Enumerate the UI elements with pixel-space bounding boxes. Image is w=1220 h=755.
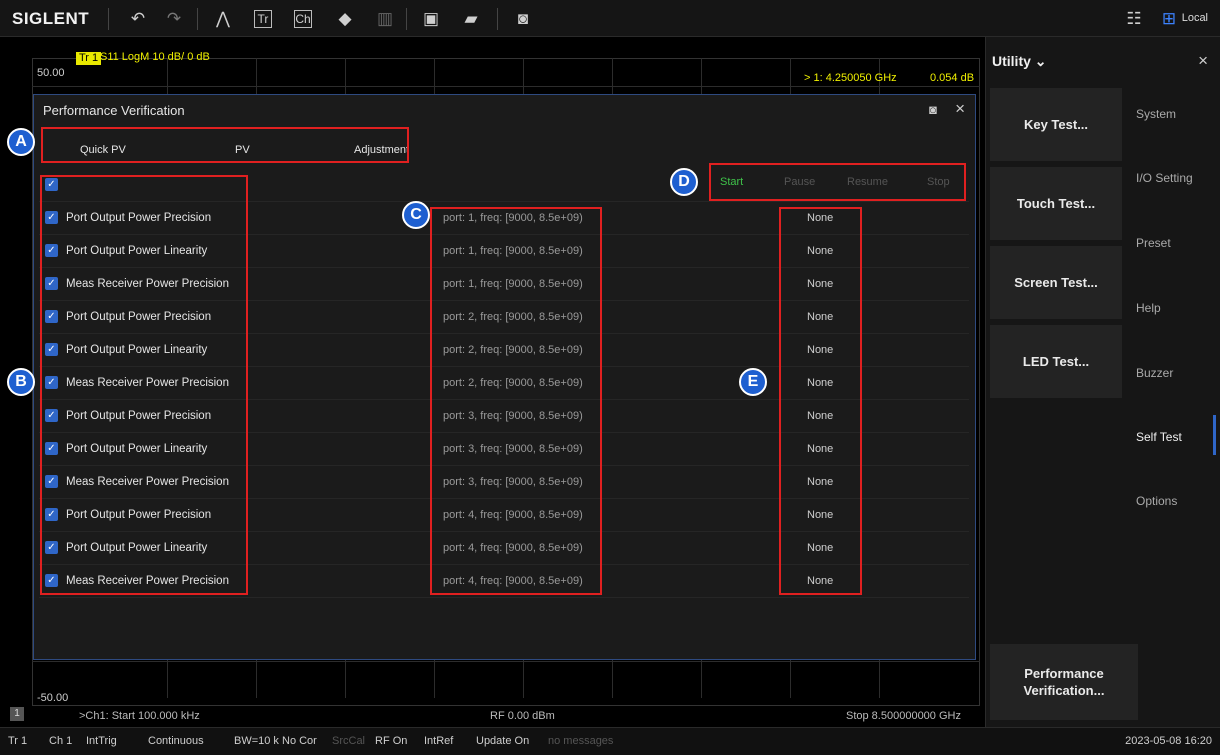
toolbar-divider	[197, 8, 198, 30]
annotation-box-d	[709, 163, 966, 201]
marker-readout: > 1: 4.250050 GHz	[804, 72, 897, 84]
annotation-box-e	[779, 207, 862, 595]
close-icon[interactable]: ×	[1198, 51, 1208, 71]
side-item-buzzer[interactable]: Buzzer	[1136, 366, 1216, 380]
delete-icon[interactable]: ▥	[374, 8, 396, 30]
key-test-button[interactable]: Key Test...	[990, 88, 1122, 161]
status-channel[interactable]: Ch 1	[49, 735, 72, 747]
side-item-io-setting[interactable]: I/O Setting	[1136, 171, 1216, 185]
status-trigger-mode[interactable]: Continuous	[148, 735, 204, 747]
annotation-box-a	[41, 127, 409, 163]
grid-line	[32, 661, 980, 662]
redo-icon[interactable]: ↷	[163, 8, 185, 30]
side-item-system[interactable]: System	[1136, 107, 1216, 121]
trace-tag[interactable]: Tr 1	[76, 52, 102, 65]
trace-info[interactable]: S11 LogM 10 dB/ 0 dB	[100, 51, 210, 63]
toolbar-divider	[497, 8, 498, 30]
status-bar: Tr 1 Ch 1 IntTrig Continuous BW=10 k No …	[0, 727, 1220, 755]
open-icon[interactable]: ▰	[460, 8, 482, 30]
status-messages: no messages	[548, 735, 614, 747]
top-toolbar: SIGLENT ↶ ↷ ⋀ Tr Ch ◆ ▥ ▣ ▰ ◙ ☷ ⊞ Local	[0, 0, 1220, 37]
undo-icon[interactable]: ↶	[127, 8, 149, 30]
dialog-title: Performance Verification	[43, 103, 185, 118]
annotation-badge-d: D	[670, 168, 698, 196]
led-test-button[interactable]: LED Test...	[990, 325, 1122, 398]
utility-panel: Utility ⌄ × Key Test... Touch Test... Sc…	[985, 37, 1220, 727]
network-icon: ⊞	[1161, 9, 1177, 28]
channel-number[interactable]: 1	[10, 707, 24, 721]
utility-menu-title[interactable]: Utility ⌄	[992, 53, 1047, 70]
camera-icon[interactable]: ◙	[929, 102, 937, 117]
status-update[interactable]: Update On	[476, 735, 529, 747]
trace-add-icon[interactable]: Tr	[254, 10, 272, 28]
annotation-box-b	[40, 175, 248, 595]
layout-icon[interactable]: ☷	[1123, 8, 1145, 30]
annotation-box-c	[430, 207, 602, 595]
selected-indicator	[1213, 415, 1216, 455]
status-reference[interactable]: IntRef	[424, 735, 453, 747]
channel-add-icon[interactable]: Ch	[294, 10, 312, 28]
side-item-help[interactable]: Help	[1136, 301, 1216, 315]
status-rf[interactable]: RF On	[375, 735, 407, 747]
start-frequency[interactable]: >Ch1: Start 100.000 kHz	[79, 710, 200, 722]
status-trigger-source[interactable]: IntTrig	[86, 735, 117, 747]
trace-add-icon[interactable]: ⋀	[212, 8, 234, 30]
y-axis-bottom-label: -50.00	[37, 692, 69, 704]
close-icon[interactable]: ×	[955, 99, 965, 119]
annotation-badge-c: C	[402, 201, 430, 229]
stop-frequency[interactable]: Stop 8.500000000 GHz	[846, 710, 961, 722]
status-trace[interactable]: Tr 1	[8, 735, 27, 747]
toolbar-divider	[406, 8, 407, 30]
screen-test-button[interactable]: Screen Test...	[990, 246, 1122, 319]
status-datetime: 2023-05-08 16:20	[1125, 735, 1212, 747]
status-bandwidth[interactable]: BW=10 k	[234, 735, 279, 747]
screenshot-icon[interactable]: ◙	[512, 8, 534, 30]
status-source-cal[interactable]: SrcCal	[332, 735, 365, 747]
marker-add-icon[interactable]: ◆	[334, 8, 356, 30]
grid-line	[32, 86, 980, 87]
performance-verification-button[interactable]: Performance Verification...	[990, 644, 1138, 720]
marker-value: 0.054 dB	[930, 72, 975, 84]
annotation-badge-b: B	[7, 368, 35, 396]
side-item-preset[interactable]: Preset	[1136, 236, 1216, 250]
save-icon[interactable]: ▣	[420, 8, 442, 30]
touch-test-button[interactable]: Touch Test...	[990, 167, 1122, 240]
status-correction[interactable]: No Cor	[282, 735, 317, 747]
side-item-options[interactable]: Options	[1136, 494, 1216, 508]
toolbar-divider	[108, 8, 109, 30]
rf-power[interactable]: RF 0.00 dBm	[490, 710, 555, 722]
annotation-badge-e: E	[739, 368, 767, 396]
side-item-self-test[interactable]: Self Test	[1136, 430, 1216, 444]
local-label[interactable]: Local	[1182, 12, 1208, 24]
brand-logo: SIGLENT	[12, 9, 90, 28]
y-axis-top-label: 50.00	[37, 67, 65, 79]
annotation-badge-a: A	[7, 128, 35, 156]
